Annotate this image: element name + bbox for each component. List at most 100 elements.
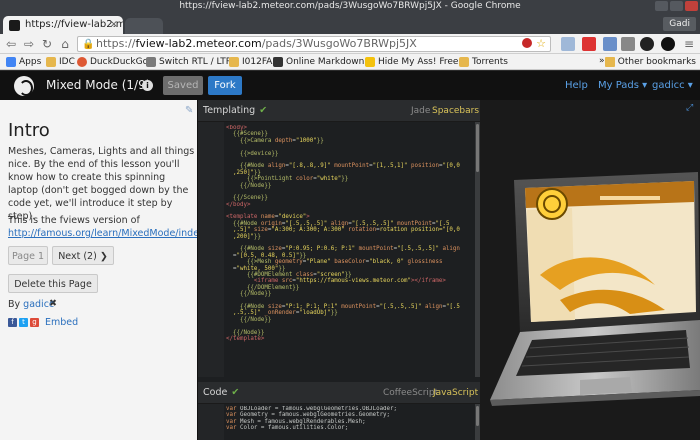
- lesson-source-text: This is the fviews version of: [8, 215, 140, 226]
- code-token: var: [226, 425, 240, 432]
- facebook-icon[interactable]: f: [8, 318, 17, 327]
- tab-strip: https://fview-lab2.met × Gadi: [0, 12, 700, 34]
- templating-editor[interactable]: 1<body>2 {{#Scene}}3 {{>Camera depth="10…: [224, 125, 476, 375]
- code-line: 28</template>: [224, 336, 476, 342]
- bookmark-duckduckgo[interactable]: DuckDuckGo: [77, 56, 148, 68]
- option-javascript[interactable]: JavaScript: [433, 382, 478, 404]
- lesson-title: Mixed Mode (1/9): [46, 78, 151, 92]
- url-path: /pads/3WusgoWo7BRWpj5JX: [261, 37, 417, 50]
- lesson-heading: Intro: [8, 120, 50, 141]
- extension-2-icon[interactable]: [582, 37, 596, 51]
- option-jade[interactable]: Jade: [411, 100, 430, 122]
- bookmark-hidemyass[interactable]: Hide My Ass! Free P: [365, 56, 467, 68]
- folder-icon: [46, 57, 56, 67]
- extension-4-icon[interactable]: [640, 37, 654, 51]
- back-arrow-icon[interactable]: ⇦: [4, 37, 18, 51]
- url-scheme: https://: [96, 37, 136, 50]
- page-indicator: Page 1: [8, 246, 48, 265]
- adblock-icon[interactable]: [522, 38, 532, 48]
- next-page-button[interactable]: Next (2) ❯: [52, 246, 114, 265]
- browser-tab[interactable]: https://fview-lab2.met ×: [3, 16, 123, 34]
- embed-link[interactable]: Embed: [45, 317, 78, 328]
- bookmark-star-icon[interactable]: ☆: [536, 37, 546, 51]
- maximize-icon[interactable]: [670, 1, 683, 11]
- templating-gutter: [198, 122, 224, 377]
- folder-icon: [229, 57, 239, 67]
- laptop-render: [490, 172, 700, 406]
- print-icon[interactable]: [621, 37, 635, 51]
- google-plus-icon[interactable]: g: [30, 318, 39, 327]
- window-title: https://fview-lab2.meteor.com/pads/3Wusg…: [179, 1, 521, 11]
- tab-title: https://fview-lab2.met: [25, 19, 123, 30]
- author-link[interactable]: gadicc: [23, 299, 54, 310]
- share-row: f t g Embed: [8, 317, 78, 328]
- bookmarks-bar: Apps IDC DuckDuckGo Switch RTL / LTR I01…: [0, 54, 700, 70]
- close-window-icon[interactable]: [685, 1, 698, 11]
- fork-button[interactable]: Fork: [208, 76, 242, 95]
- extension-5-icon[interactable]: [661, 37, 675, 51]
- address-bar[interactable]: 🔒 https://fview-lab2.meteor.com/pads/3Wu…: [77, 36, 551, 52]
- bookmark-i012fax[interactable]: I012FAX: [229, 56, 279, 68]
- bookmark-apps[interactable]: Apps: [6, 56, 41, 68]
- twitter-icon[interactable]: t: [19, 318, 28, 327]
- info-icon[interactable]: i: [142, 80, 153, 91]
- code-line: 4var Color = famous.utilities.Color;: [224, 425, 476, 431]
- other-bookmarks[interactable]: Other bookmarks: [604, 56, 696, 68]
- minimize-icon[interactable]: [655, 1, 668, 11]
- new-tab-button[interactable]: [125, 18, 163, 34]
- laptop-trackpad: [580, 377, 632, 395]
- code-gutter: [198, 404, 224, 440]
- window-title-bar: https://fview-lab2.meteor.com/pads/3Wusg…: [0, 0, 700, 12]
- check-icon: ✔: [231, 387, 240, 398]
- option-coffeescript[interactable]: CoffeeScript: [383, 382, 438, 404]
- preview-pane: ⤢: [480, 100, 700, 440]
- bookmark-idc[interactable]: IDC: [46, 56, 75, 68]
- bookmark-switch-rtl[interactable]: Switch RTL / LTR: [146, 56, 232, 68]
- browser-toolbar: ⇦ ⇨ ↻ ⌂ 🔒 https://fview-lab2.meteor.com/…: [0, 34, 700, 54]
- home-icon[interactable]: ⌂: [58, 37, 72, 51]
- check-icon: ✔: [259, 105, 268, 116]
- famous-logo-icon[interactable]: [14, 76, 34, 96]
- user-menu[interactable]: gadicc ▾: [652, 71, 693, 100]
- code-editor[interactable]: 1var OBJLoader = famous.webglGeometries.…: [224, 406, 476, 440]
- url-host: fview-lab2.meteor.com: [135, 37, 262, 50]
- expand-icon[interactable]: ⤢: [686, 103, 693, 113]
- saved-button[interactable]: Saved: [163, 76, 203, 95]
- lesson-source-link[interactable]: http://famous.org/learn/MixedMode/index.…: [8, 227, 197, 240]
- code-title: Code: [203, 387, 228, 398]
- profile-button[interactable]: Gadi: [663, 17, 696, 31]
- code-token: Color = famous.utilities.Color;: [239, 425, 349, 432]
- bookmark-markdown[interactable]: Online Markdown E: [273, 56, 373, 68]
- help-link[interactable]: Help: [565, 71, 588, 100]
- bookmark-torrents[interactable]: Torrents: [459, 56, 508, 68]
- folder-icon: [459, 57, 469, 67]
- duckduckgo-icon: [77, 57, 87, 67]
- option-spacebars[interactable]: Spacebars: [432, 100, 479, 122]
- pencil-icon[interactable]: ✎: [185, 105, 193, 116]
- chevron-right-icon: ❯: [99, 251, 108, 262]
- close-tab-icon[interactable]: ×: [110, 16, 118, 34]
- app-header: Mixed Mode (1/9) i Saved Fork Help My Pa…: [0, 71, 700, 100]
- more-bookmarks-icon[interactable]: »: [599, 56, 605, 66]
- editors-column: Templating✔ Jade Spacebars 1<body>2 {{#S…: [197, 100, 481, 440]
- reload-icon[interactable]: ↻: [40, 37, 54, 51]
- author-line: By gadicc: [8, 299, 55, 310]
- page-icon: [273, 57, 283, 67]
- templating-header: Templating ✔ Jade Spacebars: [198, 100, 481, 122]
- extension-3-icon[interactable]: [603, 37, 617, 51]
- screen-title-bar: [600, 196, 660, 200]
- extension-1-icon[interactable]: [561, 37, 575, 51]
- folder-icon: [604, 57, 615, 67]
- delete-page-button[interactable]: Delete this Page ✖: [8, 274, 98, 309]
- lock-icon: 🔒: [82, 39, 95, 50]
- my-pads-menu[interactable]: My Pads ▾: [598, 71, 647, 100]
- forward-arrow-icon[interactable]: ⇨: [22, 37, 36, 51]
- hma-icon: [365, 57, 375, 67]
- page-icon: [146, 57, 156, 67]
- fview-favicon-icon: [9, 20, 20, 31]
- window-controls: [655, 1, 698, 11]
- code-token: </template>: [226, 335, 265, 342]
- lesson-panel: ✎ Intro Meshes, Cameras, Lights and all …: [0, 100, 197, 440]
- apps-grid-icon: [6, 57, 16, 67]
- menu-icon[interactable]: ≡: [682, 37, 696, 51]
